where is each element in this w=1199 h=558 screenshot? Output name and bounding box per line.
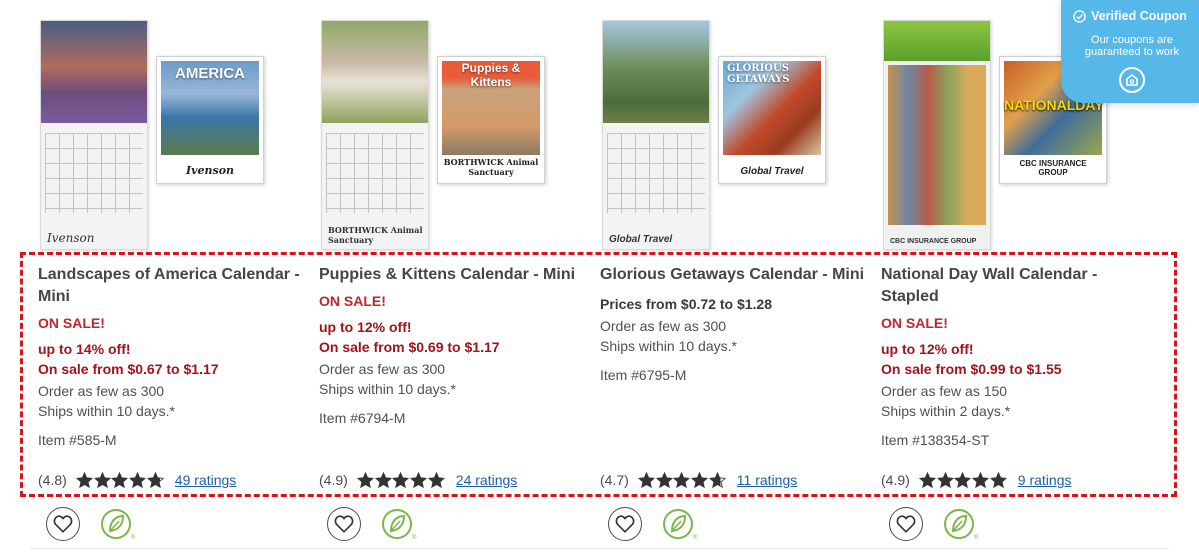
calendar-photo [322,21,428,123]
calendar-main-image: Ivenson [40,20,148,250]
card-actions: ® [608,507,702,541]
heart-icon [896,515,916,533]
cover-brand: CBC INSURANCE GROUP [1019,159,1087,177]
leaf-icon: ® [663,509,698,541]
calendar-main-image: CBC INSURANCE GROUP [883,20,991,250]
calendar-brand: Ivenson [47,231,95,245]
eco-friendly-button[interactable]: ® [98,507,140,541]
cover-brand: Ivenson [185,164,235,177]
calendar-photo [41,21,147,123]
leaf-icon: ® [382,509,417,541]
svg-text:®: ® [131,534,136,541]
calendar-brand: BORTHWICK Animal Sanctuary [328,225,423,245]
cover-title: Puppies & Kittens [461,61,521,89]
calendar-cover-image: AMERICA Ivenson [156,56,264,184]
svg-text:®: ® [693,534,698,541]
calendar-brand: Global Travel [609,234,673,245]
product-image[interactable]: Global Travel GLORIOUS GETAWAYS Global T… [600,20,840,252]
calendar-grid [888,65,986,225]
calendar-cover-image: Puppies & Kittens BORTHWICK Animal Sanct… [437,56,545,184]
card-actions: ® [889,507,983,541]
divider [30,548,1169,549]
verified-coupon-badge[interactable]: Verified Coupon Our coupons are guarante… [1061,0,1199,103]
eco-friendly-button[interactable]: ® [941,507,983,541]
calendar-brand: CBC INSURANCE GROUP [890,238,977,245]
highlight-box [20,252,1177,497]
calendar-grid [326,133,424,213]
calendar-cover-image: GLORIOUS GETAWAYS Global Travel [718,56,826,184]
svg-text:®: ® [412,534,417,541]
coupon-title: Verified Coupon [1091,9,1187,23]
coupon-title-row: Verified Coupon [1061,9,1199,23]
favorite-button[interactable] [327,507,361,541]
cover-brand: Global Travel [740,166,804,177]
calendar-grid [45,133,143,213]
calendar-grid [607,133,705,213]
product-image[interactable]: BORTHWICK Animal Sanctuary Puppies & Kit… [319,20,559,252]
heart-icon [615,515,635,533]
favorite-button[interactable] [46,507,80,541]
heart-icon [53,515,73,533]
coupon-seal-icon [1119,67,1145,93]
leaf-icon: ® [944,509,979,541]
calendar-photo [603,21,709,123]
product-image[interactable]: Ivenson AMERICA Ivenson [38,20,278,252]
calendar-main-image: BORTHWICK Animal Sanctuary [321,20,429,250]
cover-title: GLORIOUS GETAWAYS [727,63,790,85]
leaf-icon: ® [101,509,136,541]
calendar-photo [884,21,990,61]
calendar-main-image: Global Travel [602,20,710,250]
eco-friendly-button[interactable]: ® [660,507,702,541]
card-actions: ® [327,507,421,541]
card-actions: ® [46,507,140,541]
svg-text:®: ® [974,534,979,541]
heart-icon [334,515,354,533]
check-circle-icon [1073,9,1086,23]
cover-brand: BORTHWICK Animal Sanctuary [443,157,539,177]
favorite-button[interactable] [889,507,923,541]
cover-title: AMERICA [175,65,245,82]
eco-friendly-button[interactable]: ® [379,507,421,541]
favorite-button[interactable] [608,507,642,541]
coupon-subtitle: Our coupons are guaranteed to work [1084,34,1180,58]
